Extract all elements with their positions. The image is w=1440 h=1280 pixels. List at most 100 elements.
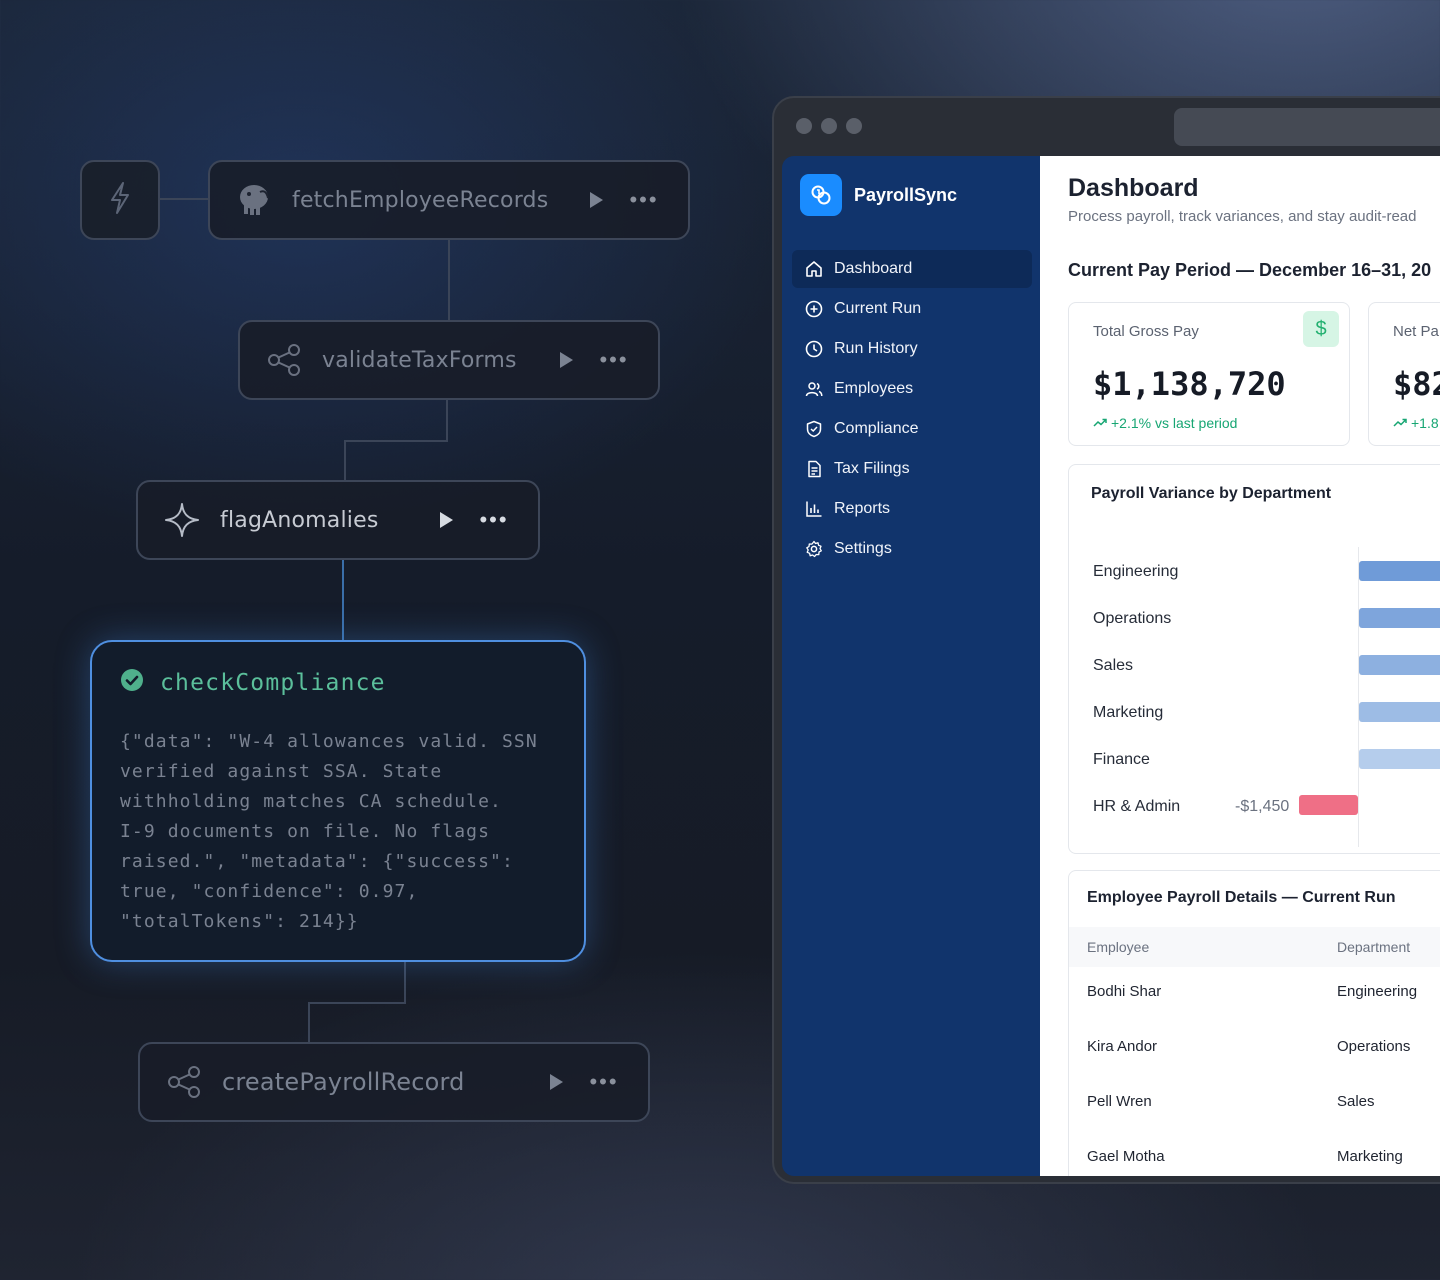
connector-4a: [404, 962, 406, 1004]
kpi-delta: +1.8: [1393, 415, 1439, 431]
cell-employee: Bodhi Shar: [1087, 983, 1162, 1000]
sidebar-item-label: Settings: [834, 540, 892, 557]
sidebar-item-label: Current Run: [834, 300, 922, 317]
kpi-card-net-pay[interactable]: Net Pa $82 +1.8: [1368, 302, 1440, 446]
workflow-node-check-compliance[interactable]: checkCompliance {"data": "W-4 allowances…: [90, 640, 586, 962]
workflow-node-validate-tax-forms[interactable]: validateTaxForms •••: [238, 320, 660, 400]
bar-hr-admin[interactable]: [1299, 795, 1358, 815]
sidebar-item-label: Reports: [834, 500, 891, 517]
cell-department: Engineering: [1337, 983, 1418, 1000]
lightning-icon: [107, 181, 133, 220]
sidebar-item-reports[interactable]: Reports: [792, 490, 1032, 528]
gear-icon: [804, 539, 824, 559]
cell-employee: Gael Motha: [1087, 1148, 1165, 1165]
column-header-department[interactable]: Department: [1337, 939, 1410, 955]
kpi-value: $82: [1393, 365, 1440, 403]
sidebar: PayrollSync Dashboard Current Run Run Hi…: [782, 156, 1040, 1176]
dept-label-hr-admin: HR & Admin: [1093, 798, 1181, 815]
brand[interactable]: PayrollSync: [800, 174, 957, 216]
node-label: validateTaxForms: [322, 347, 517, 373]
column-header-employee[interactable]: Employee: [1087, 939, 1149, 955]
workflow-node-flag-anomalies[interactable]: flagAnomalies •••: [136, 480, 540, 560]
sidebar-item-settings[interactable]: Settings: [792, 530, 1032, 568]
bar-marketing[interactable]: [1359, 702, 1440, 722]
table-title: Employee Payroll Details — Current Run: [1087, 889, 1396, 906]
connector-4c: [308, 1002, 310, 1044]
dept-label-marketing: Marketing: [1093, 704, 1164, 721]
page-title: Dashboard: [1068, 174, 1199, 202]
kpi-delta-text: +2.1% vs last period: [1111, 415, 1238, 431]
connector-4b: [308, 1002, 406, 1004]
dollar-icon: $: [1303, 311, 1339, 347]
trend-up-icon: [1393, 418, 1407, 427]
kpi-delta-text: +1.8: [1411, 415, 1439, 431]
dept-label-finance: Finance: [1093, 751, 1150, 768]
more-options-icon[interactable]: •••: [594, 347, 634, 373]
kpi-value: $1,138,720: [1093, 365, 1286, 403]
sidebar-item-dashboard[interactable]: Dashboard: [792, 250, 1032, 288]
bar-chart-icon: [804, 499, 824, 519]
workflow-node-create-payroll-record[interactable]: createPayrollRecord •••: [138, 1042, 650, 1122]
play-icon[interactable]: [546, 1072, 566, 1092]
more-options-icon[interactable]: •••: [474, 507, 514, 533]
chart-title: Payroll Variance by Department: [1091, 485, 1332, 502]
cell-employee: Kira Andor: [1087, 1038, 1158, 1055]
sidebar-item-label: Run History: [834, 340, 918, 357]
kpi-card-gross-pay[interactable]: Total Gross Pay $ $1,138,720 +2.1% vs la…: [1068, 302, 1350, 446]
kpi-delta: +2.1% vs last period: [1093, 415, 1237, 431]
check-circle-icon: [120, 668, 144, 697]
trigger-node[interactable]: [80, 160, 160, 240]
connector-2b: [344, 440, 448, 442]
cell-department: Operations: [1337, 1038, 1411, 1055]
node-title: checkCompliance: [160, 669, 386, 696]
employee-table-card: Employee Payroll Details — Current Run E…: [1068, 870, 1440, 1176]
workflow-node-fetch-employee-records[interactable]: fetchEmployeeRecords •••: [208, 160, 690, 240]
more-options-icon[interactable]: •••: [584, 1069, 624, 1095]
window-maximize-dot[interactable]: [846, 118, 862, 134]
dept-label-operations: Operations: [1093, 610, 1172, 627]
node-label: createPayrollRecord: [222, 1068, 465, 1096]
bar-engineering[interactable]: [1359, 561, 1440, 581]
clock-icon: [804, 339, 824, 359]
table-header: Employee Department: [1069, 927, 1440, 967]
kpi-label: Net Pa: [1393, 323, 1439, 340]
play-icon[interactable]: [436, 510, 456, 530]
sidebar-item-employees[interactable]: Employees: [792, 370, 1032, 408]
sidebar-item-label: Dashboard: [834, 260, 913, 277]
connector-2a: [446, 400, 448, 442]
node-output-json: {"data": "W-4 allowances valid. SSN veri…: [120, 731, 538, 932]
window-close-dot[interactable]: [796, 118, 812, 134]
address-bar[interactable]: [1174, 108, 1440, 146]
users-icon: [804, 379, 824, 399]
connector-1: [448, 240, 450, 320]
more-options-icon[interactable]: •••: [624, 187, 664, 213]
play-icon[interactable]: [556, 350, 576, 370]
bar-finance[interactable]: [1359, 749, 1440, 769]
plus-circle-icon: [804, 299, 824, 319]
bar-operations[interactable]: [1359, 608, 1440, 628]
pay-period-heading: Current Pay Period — December 16–31, 20: [1068, 260, 1432, 280]
share-nodes-icon: [164, 1062, 204, 1102]
coins-logo-icon: [800, 174, 842, 216]
sidebar-item-current-run[interactable]: Current Run: [792, 290, 1032, 328]
connector-2c: [344, 440, 346, 482]
sidebar-item-run-history[interactable]: Run History: [792, 330, 1032, 368]
share-nodes-icon: [264, 340, 304, 380]
sparkle-icon: [162, 500, 202, 540]
sidebar-item-compliance[interactable]: Compliance: [792, 410, 1032, 448]
sidebar-item-tax-filings[interactable]: Tax Filings: [792, 450, 1032, 488]
connector-3: [342, 560, 344, 642]
cell-employee: Pell Wren: [1087, 1093, 1152, 1110]
sidebar-nav: Dashboard Current Run Run History Employ…: [792, 250, 1032, 570]
window-controls: [796, 118, 862, 134]
play-icon[interactable]: [586, 190, 606, 210]
variance-chart-card: Payroll Variance by Department Engineeri…: [1068, 464, 1440, 854]
connector-trigger: [160, 198, 210, 200]
node-label: flagAnomalies: [220, 507, 379, 533]
sidebar-item-label: Compliance: [834, 420, 919, 437]
bar-sales[interactable]: [1359, 655, 1440, 675]
window-minimize-dot[interactable]: [821, 118, 837, 134]
trend-up-icon: [1093, 418, 1107, 427]
cell-department: Sales: [1337, 1093, 1375, 1110]
node-label: fetchEmployeeRecords: [292, 187, 549, 213]
